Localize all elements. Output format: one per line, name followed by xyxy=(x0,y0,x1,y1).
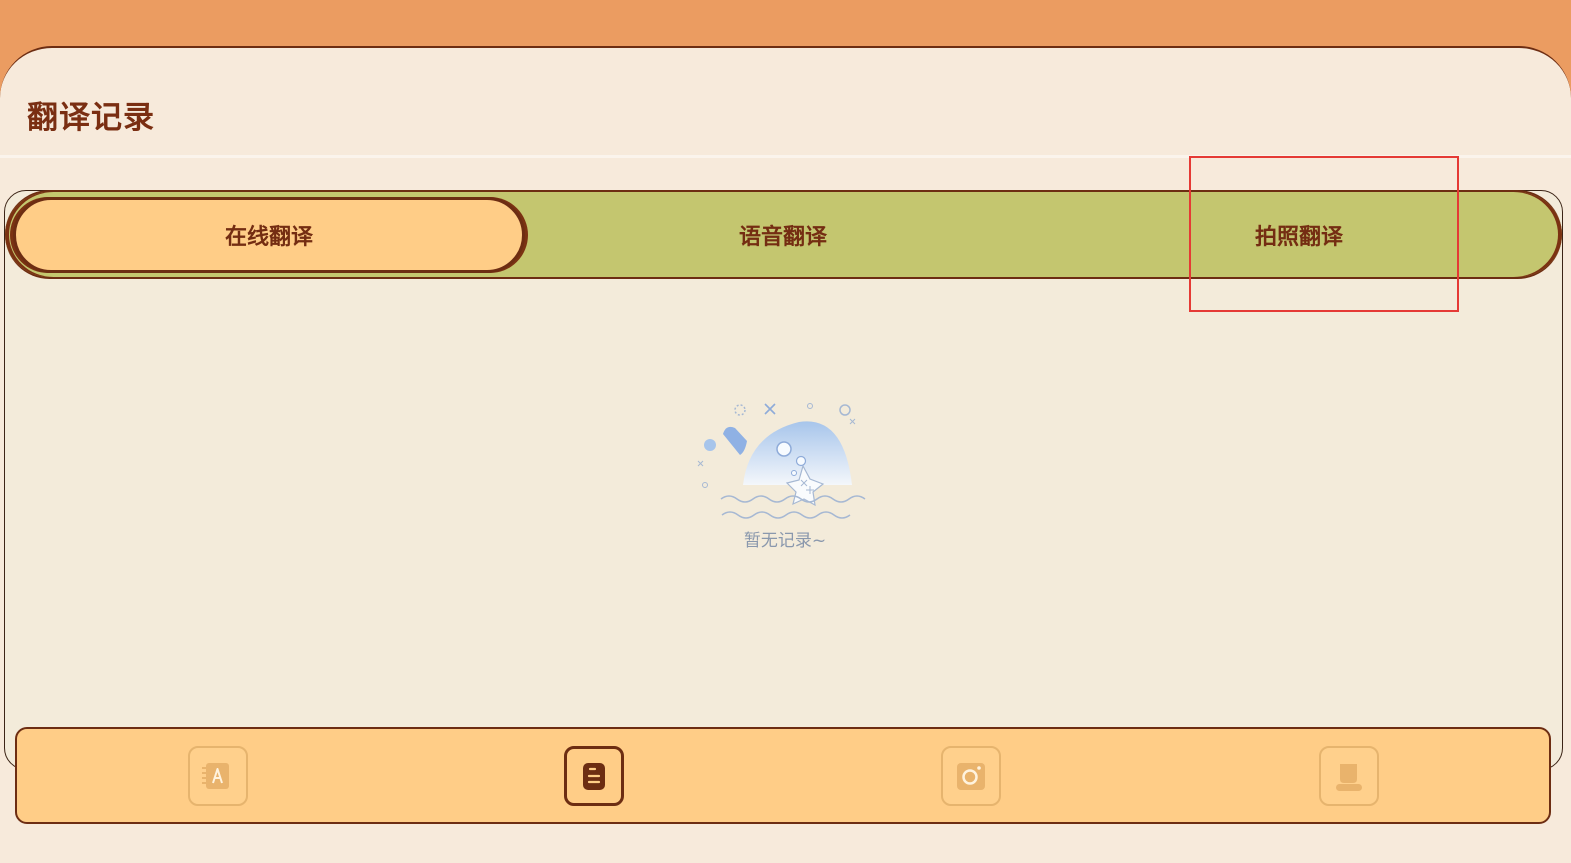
translation-history-screen: 翻译记录 在线翻译 语音翻译 拍照翻译 暂无记录~ xyxy=(0,0,1571,863)
camera-icon xyxy=(957,763,985,790)
profile-icon xyxy=(1336,764,1362,791)
nav-records-button[interactable] xyxy=(564,746,624,806)
page-title: 翻译记录 xyxy=(27,100,155,136)
nav-dictionary-button[interactable] xyxy=(188,746,248,806)
empty-records-illustration xyxy=(697,403,866,519)
nav-camera-button[interactable] xyxy=(941,746,1001,806)
empty-message: 暂无记录~ xyxy=(743,531,827,551)
records-icon xyxy=(583,763,605,790)
photo-translation-highlight-box xyxy=(1189,156,1459,312)
tab-voice-translation[interactable]: 语音翻译 xyxy=(525,192,1041,277)
nav-profile-button[interactable] xyxy=(1319,746,1379,806)
empty-state: 暂无记录~ xyxy=(675,397,895,562)
tab-online-translation[interactable]: 在线翻译 xyxy=(13,197,525,273)
dictionary-icon xyxy=(202,763,229,789)
bottom-navigation xyxy=(15,727,1551,824)
